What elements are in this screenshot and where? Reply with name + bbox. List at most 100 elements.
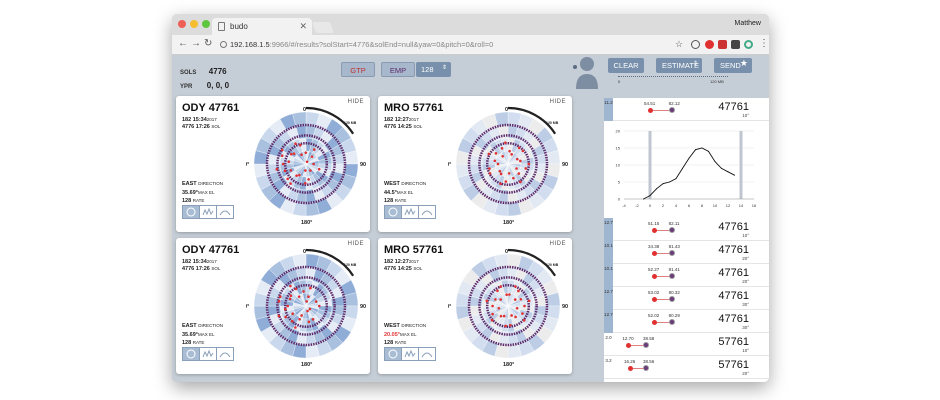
pass-start-marker[interactable] [648,107,653,113]
sample-point [499,298,503,301]
extension-circle-icon[interactable] [691,40,700,49]
pass-end-marker[interactable] [668,273,675,279]
data-point [734,174,735,176]
circle-icon [388,207,398,217]
menu-dots-icon[interactable]: ⋮ [759,38,769,49]
curve-view-tab[interactable] [419,206,435,218]
hide-button[interactable]: HIDE [550,241,566,247]
curve-view-tab[interactable] [419,348,435,360]
polar-view-tab[interactable] [183,348,200,360]
pass-end-marker[interactable] [643,365,649,371]
sample-point [499,182,502,186]
forward-arrow-icon[interactable]: → [191,38,201,49]
sample-point [294,326,297,329]
pass-list: 12.7 51.15 82.11 47761 10° 10.1 34.38 81… [604,218,769,382]
pass-row[interactable]: 10.1 34.38 81.43 47761 20° [604,241,769,264]
polar-view-tab[interactable] [385,206,402,218]
sample-point [515,157,519,161]
polar-view-tab[interactable] [183,206,200,218]
pass-start-marker[interactable] [652,227,657,233]
sample-point [519,180,522,184]
send-button[interactable]: SEND ★ [714,58,752,73]
pass-row[interactable]: 11.2 54.51 82.12 47761 10° [604,98,769,121]
curve-view-tab[interactable] [217,348,233,360]
pass-row[interactable]: 12.7 51.15 82.11 47761 10° [604,218,769,241]
pass-end-marker[interactable] [643,342,649,348]
direction-value: EAST [182,181,197,187]
pass-end-marker[interactable] [668,250,675,256]
sample-point [502,314,506,318]
pass-row[interactable]: 12.7 53.02 80.32 47761 30° [604,287,769,310]
chrome-extension-icon[interactable] [744,40,753,49]
wave-view-tab[interactable] [402,206,419,218]
profile-name[interactable]: Matthew [735,20,761,27]
max-elevation-value: 35.69° [182,189,198,196]
sample-point [283,169,287,173]
reload-icon[interactable]: ↻ [204,38,212,49]
clear-button[interactable]: CLEAR [608,58,644,73]
sample-point [304,151,308,154]
estimate-select[interactable]: ESTIMATE ⇕ [656,58,702,73]
minimize-window-icon[interactable] [190,20,198,28]
pass-row[interactable]: 10.1 52.27 81.41 47761 20° [604,264,769,287]
address-bar[interactable]: 192.168.1.5:9966/#/results?solStart=4776… [218,38,688,52]
sample-point [283,307,287,311]
dark-extension-icon[interactable] [731,40,740,49]
pass-start-marker[interactable] [652,250,657,256]
pass-start-marker[interactable] [652,319,657,325]
pass-row[interactable]: 2.0 12.70 38.58 57761 10° [604,333,769,356]
close-tab-icon[interactable]: ✕ [299,21,307,32]
maximize-window-icon[interactable] [202,20,210,28]
pass-end-marker[interactable] [668,227,675,233]
pass-start-marker[interactable] [626,342,632,348]
pass-start-marker[interactable] [628,365,633,371]
range-slider[interactable] [618,76,728,77]
wave-view-tab[interactable] [402,348,419,360]
emp-button[interactable]: EMP [381,62,415,77]
user-avatar-icon[interactable] [572,55,602,91]
pass-start-marker[interactable] [652,273,657,279]
x-tick-label: 2 [662,203,665,208]
red-extension-icon[interactable] [718,40,727,49]
tab-strip: budo ✕ Matthew [172,14,769,35]
data-point [727,171,729,173]
pass-end-marker[interactable] [668,107,675,113]
hide-button[interactable]: HIDE [348,99,364,105]
pass-end-marker[interactable] [668,296,675,302]
max-elevation-line: 35.69°MAX EL [182,331,223,340]
back-arrow-icon[interactable]: ← [178,38,188,49]
pass-satellite-id: 57761 [718,336,749,348]
new-tab-button[interactable] [311,22,335,33]
wave-view-tab[interactable] [200,206,217,218]
hide-button[interactable]: HIDE [348,241,364,247]
pass-row[interactable]: 3.2 16.26 38.56 57761 20° [604,356,769,379]
polar-view-tab[interactable] [385,348,402,360]
sample-point [508,149,511,153]
sample-point [317,167,321,171]
sample-point [504,141,507,144]
satellite-title: ODY 47761 [182,102,240,114]
gtp-button[interactable]: GTP [341,62,375,77]
pass-start-value: 16.26 [624,359,636,364]
sample-point [515,306,519,310]
info-icon[interactable] [220,41,227,48]
header-bar: SOLS 4776 YPR 0, 0, 0 GTP EMP 128 ⇕ [172,55,604,95]
pass-row[interactable]: 12.7 52.02 80.29 47761 30° [604,310,769,333]
x-tick-label: 6 [688,203,691,208]
opera-extension-icon[interactable] [705,40,714,49]
highlight-band [648,131,652,199]
pass-end-marker[interactable] [668,319,675,325]
curve-view-tab[interactable] [217,206,233,218]
pass-start-marker[interactable] [652,296,657,302]
pass-row[interactable]: 2.7 12.61 38.58 57761 [604,379,769,382]
sol-label: SOL [413,124,423,129]
sample-point [504,180,508,183]
rate-select[interactable]: 128 ⇕ [416,62,451,77]
direction-value: EAST [182,323,197,329]
bookmark-star-icon[interactable]: ☆ [675,39,683,50]
close-window-icon[interactable] [178,20,186,28]
hide-button[interactable]: HIDE [550,99,566,105]
browser-tab[interactable]: budo ✕ [212,18,312,35]
wave-view-tab[interactable] [200,348,217,360]
sample-point [514,285,517,288]
